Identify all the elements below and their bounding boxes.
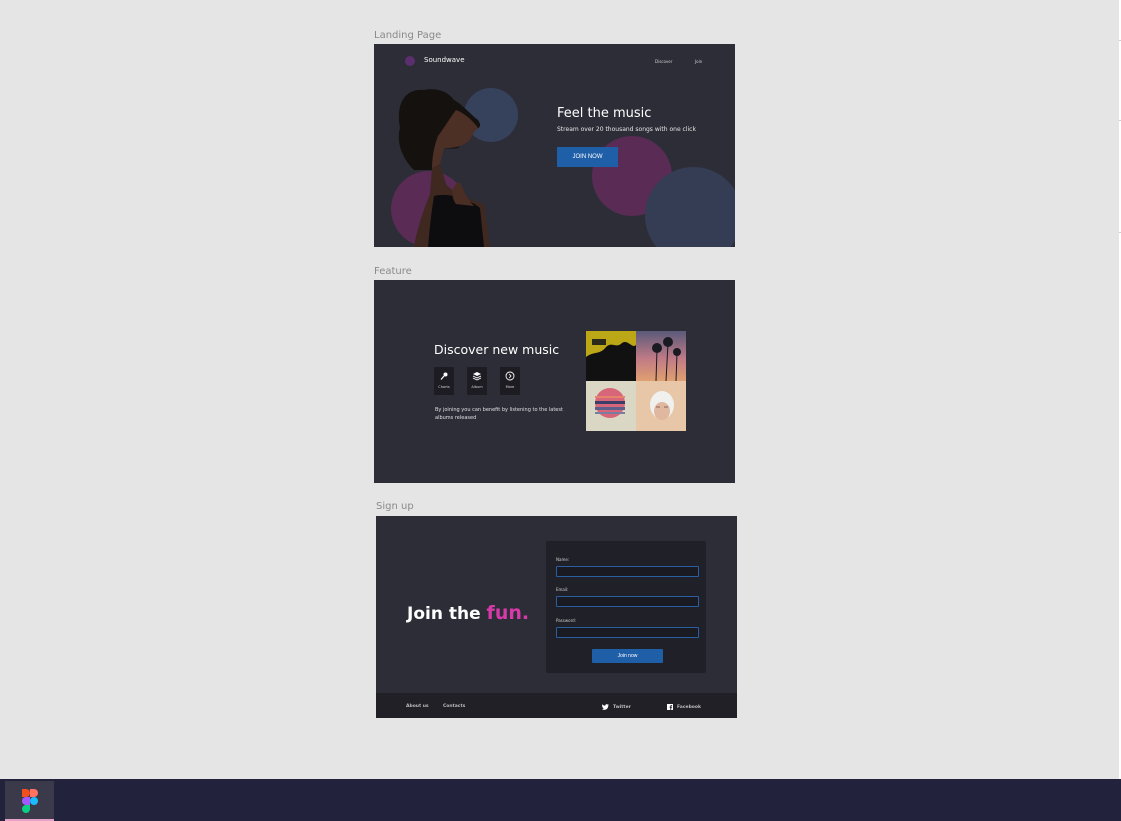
facebook-icon bbox=[667, 704, 673, 710]
email-label: Email: bbox=[556, 587, 569, 592]
frame-label-feature[interactable]: Feature bbox=[374, 266, 412, 277]
frame-feature[interactable]: Discover new music Charts Album More By … bbox=[374, 280, 735, 483]
logo-icon bbox=[405, 56, 415, 66]
footer-facebook-link[interactable]: Facebook bbox=[667, 704, 701, 710]
layers-icon bbox=[472, 372, 482, 381]
figma-icon bbox=[22, 789, 38, 813]
signup-heading-text: Join the bbox=[407, 604, 481, 624]
nav-discover[interactable]: Discover bbox=[655, 59, 672, 64]
frame-landing-page[interactable]: Soundwave Discover Join Feel the music S… bbox=[374, 44, 735, 247]
frame-sign-up[interactable]: Join the fun. Name: Email: Password: Joi… bbox=[376, 516, 737, 718]
signup-heading-accent: fun. bbox=[486, 602, 530, 624]
hero-title: Feel the music bbox=[557, 106, 652, 121]
email-field[interactable] bbox=[556, 596, 699, 607]
feature-charts[interactable]: Charts bbox=[434, 367, 454, 395]
facebook-label: Facebook bbox=[677, 704, 701, 710]
join-now-button[interactable]: JOIN NOW bbox=[557, 147, 618, 167]
footer: About us Contacts Twitter Facebook bbox=[376, 693, 737, 718]
microphone-icon bbox=[440, 372, 448, 380]
frame-label-landing[interactable]: Landing Page bbox=[374, 30, 441, 41]
album-cover bbox=[586, 331, 636, 381]
frame-label-signup[interactable]: Sign up bbox=[376, 501, 414, 512]
footer-twitter-link[interactable]: Twitter bbox=[602, 704, 631, 710]
name-field[interactable] bbox=[556, 566, 699, 577]
name-label: Name: bbox=[556, 557, 570, 562]
feature-description: By joining you can benefit by listening … bbox=[435, 407, 563, 421]
signup-heading: Join the fun. bbox=[407, 602, 529, 624]
password-label: Password: bbox=[556, 618, 577, 623]
feature-label: Album bbox=[471, 385, 483, 389]
signup-form: Name: Email: Password: Join now bbox=[546, 541, 706, 673]
feature-label: Charts bbox=[438, 385, 450, 389]
feature-album[interactable]: Album bbox=[467, 367, 487, 395]
hero-subtitle: Stream over 20 thousand songs with one c… bbox=[557, 126, 696, 133]
feature-more[interactable]: More bbox=[500, 367, 520, 395]
album-cover bbox=[586, 381, 636, 431]
taskbar-figma-button[interactable] bbox=[5, 781, 54, 821]
nav-join[interactable]: Join bbox=[695, 59, 702, 64]
footer-about-link[interactable]: About us bbox=[406, 704, 429, 709]
circle-arrow-icon bbox=[505, 371, 515, 381]
join-now-submit-button[interactable]: Join now bbox=[592, 649, 663, 663]
album-cover bbox=[636, 381, 686, 431]
password-field[interactable] bbox=[556, 627, 699, 638]
twitter-icon bbox=[602, 704, 609, 710]
feature-label: More bbox=[505, 385, 515, 389]
taskbar bbox=[0, 779, 1121, 821]
hero-woman-image bbox=[398, 89, 490, 247]
album-cover bbox=[636, 331, 686, 381]
brand-name[interactable]: Soundwave bbox=[424, 56, 465, 64]
feature-title: Discover new music bbox=[434, 342, 560, 357]
footer-contacts-link[interactable]: Contacts bbox=[443, 704, 465, 709]
twitter-label: Twitter bbox=[613, 704, 631, 710]
